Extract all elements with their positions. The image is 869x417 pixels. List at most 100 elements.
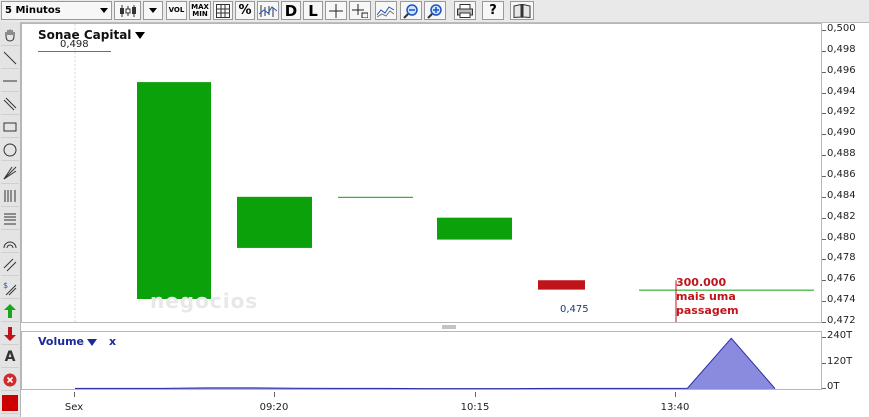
horizontal-line-tool[interactable] — [1, 70, 19, 92]
maxmin-bottom-label: MIN — [192, 9, 208, 18]
time-tick — [675, 392, 676, 397]
percent-button[interactable]: % — [235, 1, 255, 20]
daily-button[interactable]: D — [281, 1, 301, 20]
help-button[interactable]: ? — [482, 1, 504, 20]
rectangle-tool[interactable] — [1, 116, 19, 138]
price-tick — [822, 196, 826, 198]
price-tick-label: 0,484 — [827, 189, 856, 201]
price-tick-label: 0,482 — [827, 210, 856, 222]
price-tick-label: 0,500 — [827, 23, 856, 34]
price-tick — [822, 322, 826, 323]
annotation-line-2: mais uma — [676, 290, 736, 303]
text-tool[interactable]: A — [1, 346, 19, 368]
price-tick-label: 0,486 — [827, 169, 856, 180]
pan-tool[interactable] — [1, 24, 19, 46]
sell-arrow-tool[interactable] — [1, 323, 19, 345]
vol-label: VOL — [168, 6, 185, 14]
chevron-down-icon — [87, 338, 97, 346]
price-tick — [822, 217, 826, 219]
annotation-line-1: 300.000 — [676, 276, 727, 289]
color-picker[interactable] — [1, 392, 19, 414]
volume-annotation: 300.000 mais uma passagem — [676, 276, 739, 318]
horizontal-line-icon — [3, 80, 17, 81]
instrument-selector[interactable]: Sonae Capital — [38, 28, 146, 42]
time-tick-label: 10:15 — [460, 402, 490, 413]
zoom-out-button[interactable] — [400, 1, 422, 20]
text-a-icon: A — [4, 348, 16, 365]
indicators-button[interactable] — [257, 1, 279, 20]
book-icon — [513, 3, 531, 18]
buy-arrow-tool[interactable] — [1, 300, 19, 322]
close-volume-button[interactable]: x — [109, 335, 116, 348]
printer-icon — [457, 3, 473, 18]
price-tick-label: 0,474 — [827, 294, 856, 306]
zoom-out-icon — [403, 3, 418, 19]
candle-2 — [237, 196, 312, 248]
volume-title[interactable]: Volume x — [38, 335, 116, 348]
grid-button[interactable] — [213, 1, 233, 20]
volume-area — [75, 338, 775, 389]
price-chart[interactable]: negocios Sonae Capital 0,498 0,475 300.0… — [21, 23, 822, 324]
retracement-tool[interactable] — [1, 208, 19, 230]
chart-type-button[interactable] — [114, 1, 141, 20]
low-price-label: 0,475 — [560, 304, 589, 315]
channel-icon — [3, 258, 17, 271]
time-tick-label: 13:40 — [660, 402, 690, 413]
chevron-down-icon — [149, 8, 157, 13]
fibonacci-tool[interactable] — [1, 185, 19, 207]
color-swatch-icon — [2, 394, 18, 411]
price-tick-label: 0,490 — [827, 127, 856, 139]
dollar-channel-tool[interactable]: $ — [1, 277, 19, 299]
arrow-up-icon — [4, 303, 16, 318]
maxmin-toggle-button[interactable]: MAX MIN — [189, 1, 211, 20]
watermark: negocios — [150, 289, 259, 313]
price-tick-label: 0,472 — [827, 315, 856, 326]
price-tick — [822, 92, 826, 94]
volume-chart[interactable]: Volume x — [21, 331, 822, 390]
volume-tick — [822, 362, 826, 364]
delete-icon — [3, 373, 17, 386]
crosshair-labels-button[interactable] — [349, 1, 371, 20]
candlestick-icon — [119, 4, 136, 17]
trendline-tool[interactable] — [1, 47, 19, 69]
panel-splitter-handle[interactable] — [442, 325, 456, 330]
price-tick-label: 0,494 — [827, 85, 856, 97]
crosshair-button[interactable] — [325, 1, 347, 20]
price-tick — [822, 113, 826, 115]
volume-tick-label: 120T — [827, 355, 853, 367]
price-tick-label: 0,476 — [827, 273, 856, 285]
arc-tool[interactable] — [1, 231, 19, 253]
volume-toggle-button[interactable]: VOL — [166, 1, 187, 20]
manual-button[interactable] — [510, 1, 534, 20]
timeframe-select[interactable]: 5 Minutos — [1, 1, 112, 20]
price-tick — [822, 71, 826, 73]
d-label: D — [284, 1, 298, 20]
price-tick-label: 0,498 — [827, 43, 856, 55]
zoom-in-button[interactable] — [424, 1, 446, 20]
time-tick — [274, 392, 275, 397]
volume-axis: 0T 120T 240T — [822, 330, 869, 392]
print-button[interactable] — [454, 1, 476, 20]
price-tick-label: 0,488 — [827, 148, 856, 160]
chart-type-dropdown[interactable] — [143, 1, 163, 20]
time-tick — [475, 392, 476, 397]
time-tick — [74, 392, 75, 397]
price-tick-label: 0,492 — [827, 106, 856, 118]
volume-tick-label: 0T — [827, 381, 840, 392]
price-tick-label: 0,480 — [827, 231, 856, 243]
delete-tool[interactable] — [1, 369, 19, 391]
price-tick — [822, 50, 826, 52]
fan-tool[interactable] — [1, 162, 19, 184]
ellipse-tool[interactable] — [1, 139, 19, 161]
candle-3 — [338, 196, 413, 198]
channel-tool[interactable] — [1, 254, 19, 276]
time-tick-label: 09:20 — [259, 402, 289, 413]
parallel-lines-tool[interactable] — [1, 93, 19, 115]
compare-button[interactable] — [375, 1, 397, 20]
price-tick — [822, 30, 826, 31]
line-chart-button[interactable]: L — [303, 1, 323, 20]
arrow-down-icon — [4, 326, 16, 341]
toolbar: 5 Minutos VOL MAX MIN % D L ? — [0, 0, 869, 23]
parallel-lines-icon — [3, 97, 17, 110]
candle-1 — [137, 82, 211, 300]
